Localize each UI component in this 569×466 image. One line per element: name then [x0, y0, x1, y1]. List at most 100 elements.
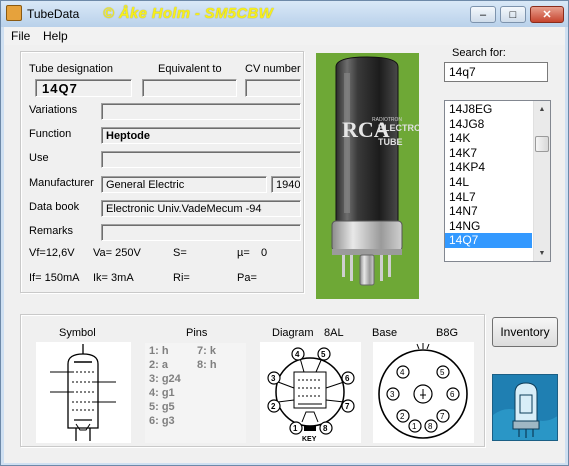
remarks-label: Remarks — [29, 225, 74, 237]
diagram-code: 8AL — [324, 327, 344, 339]
author-credit: © Åke Holm - SM5CBW — [103, 5, 274, 22]
list-item[interactable]: 14L — [445, 175, 532, 190]
list-item-selected[interactable]: 14Q7 — [445, 233, 532, 248]
internal-resistance: Ri= — [173, 272, 190, 284]
equivalent-header: Equivalent to — [158, 63, 222, 75]
menu-file[interactable]: File — [11, 29, 30, 43]
databook-field[interactable]: Electronic Univ.VadeMecum -94 — [101, 200, 301, 217]
list-item[interactable]: 14L7 — [445, 190, 532, 205]
plate-dissipation: Pa= — [237, 272, 257, 284]
list-item[interactable]: 14J8EG — [445, 102, 532, 117]
amplification-factor: µ= — [237, 247, 250, 259]
list-item[interactable]: 14KP4 — [445, 160, 532, 175]
base-pin-label: 5 — [440, 368, 445, 377]
function-field[interactable]: Heptode — [101, 127, 301, 144]
tube-listbox[interactable]: 14J8EG 14JG8 14K 14K7 14KP4 14L 14L7 14N… — [444, 100, 551, 262]
pin-entry: 6: g3 — [149, 415, 175, 427]
manufacturer-field[interactable]: General Electric — [101, 176, 267, 193]
list-scrollbar[interactable]: ▲ ▼ — [533, 101, 550, 261]
list-item[interactable]: 14JG8 — [445, 117, 532, 132]
scroll-down-icon[interactable]: ▼ — [534, 245, 550, 261]
databook-label: Data book — [29, 201, 80, 213]
pin-entry: 8: h — [197, 359, 217, 371]
tubedata-window: TubeData © Åke Holm - SM5CBW – □ ✕ File … — [0, 0, 569, 466]
photo-line3: TUBE — [378, 137, 403, 147]
symbol-label: Symbol — [59, 327, 96, 339]
designation-header: Tube designation — [29, 63, 113, 75]
base-panel: 4 5 3 6 2 7 1 8 — [373, 342, 474, 443]
tube-photo: RCA RADIOTRON ELECTRON TUBE — [316, 53, 419, 299]
anode-voltage: Va= 250V — [93, 247, 141, 259]
diagram-panel: 4 5 3 6 2 7 1 8 KEY — [260, 342, 361, 443]
filament-voltage: Vf=12,6V — [29, 247, 75, 259]
scroll-thumb[interactable] — [535, 136, 549, 152]
tube-details-group: Tube designation Equivalent to CV number… — [20, 51, 304, 293]
list-item[interactable]: 14N7 — [445, 204, 532, 219]
equivalent-field[interactable] — [142, 79, 237, 97]
diagram-pin-label: 7 — [345, 402, 350, 411]
base-pin-label: 4 — [400, 368, 405, 377]
app-logo — [492, 374, 558, 441]
window-title: TubeData — [27, 7, 80, 21]
tube-logo-icon — [493, 375, 557, 440]
list-item[interactable]: 14K — [445, 131, 532, 146]
pins-panel: 1: h 2: a 3: g24 4: g1 5: g5 6: g3 7: k … — [145, 343, 246, 443]
base-pin-label: 1 — [412, 422, 417, 431]
list-item[interactable]: 14K7 — [445, 146, 532, 161]
menu-help[interactable]: Help — [43, 29, 68, 43]
key-label: KEY — [302, 436, 317, 443]
tube-symbol-drawing — [50, 344, 116, 441]
manufacturer-label: Manufacturer — [29, 177, 94, 189]
search-label: Search for: — [452, 47, 506, 59]
diagram-pin-label: 5 — [321, 350, 326, 359]
year-field[interactable]: 1940 — [271, 176, 301, 193]
designation-field[interactable]: 14Q7 — [35, 79, 132, 97]
list-item[interactable]: 14NG — [445, 219, 532, 234]
base-pin-label: 6 — [450, 390, 455, 399]
pin-entry: 4: g1 — [149, 387, 175, 399]
diagram-pin-label: 1 — [293, 424, 298, 433]
base-code: B8G — [436, 327, 459, 339]
use-label: Use — [29, 152, 49, 164]
diagram-pin-label: 8 — [323, 424, 328, 433]
diagram-pin-label: 6 — [345, 374, 350, 383]
pin-entry: 7: k — [197, 345, 216, 357]
amplification-factor-value: 0 — [261, 247, 268, 259]
diagram-pin-label: 4 — [295, 350, 300, 359]
symbol-panel — [36, 342, 131, 443]
close-button[interactable]: ✕ — [530, 6, 564, 23]
pin-entry: 3: g24 — [149, 373, 181, 385]
diagram-label: Diagram — [272, 327, 314, 339]
base-pinout-drawing: 4 5 3 6 2 7 1 8 — [378, 343, 468, 439]
diagram-pin-label: 2 — [271, 402, 276, 411]
base-pin-label: 8 — [428, 422, 433, 431]
diagram-pin-label: 3 — [271, 374, 276, 383]
menu-bar: File Help — [4, 27, 565, 45]
scroll-up-icon[interactable]: ▲ — [534, 101, 550, 117]
search-input[interactable]: 14q7 — [444, 62, 548, 82]
tube-app-icon — [6, 5, 22, 21]
title-bar[interactable]: TubeData © Åke Holm - SM5CBW – □ ✕ — [1, 1, 568, 27]
filament-current: If= 150mA — [29, 272, 80, 284]
pin-entry: 5: g5 — [149, 401, 175, 413]
photo-line2: ELECTRON — [378, 123, 419, 133]
client-area: Tube designation Equivalent to CV number… — [4, 45, 565, 463]
tube-photo-drawing: RCA RADIOTRON ELECTRON TUBE — [331, 56, 419, 286]
cv-header: CV number — [245, 63, 301, 75]
cathode-current: Ik= 3mA — [93, 272, 134, 284]
maximize-button[interactable]: □ — [500, 6, 526, 23]
cv-number-field[interactable] — [245, 79, 301, 97]
base-pin-label: 3 — [390, 390, 395, 399]
pin-entry: 1: h — [149, 345, 169, 357]
variations-field[interactable] — [101, 103, 301, 120]
transconductance: S= — [173, 247, 187, 259]
minimize-button[interactable]: – — [470, 6, 496, 23]
base-pin-label: 2 — [400, 412, 405, 421]
base-diagram-drawing: 4 5 3 6 2 7 1 8 KEY — [267, 347, 355, 443]
function-label: Function — [29, 128, 72, 140]
use-field[interactable] — [101, 151, 301, 168]
remarks-field[interactable] — [101, 224, 301, 241]
inventory-button[interactable]: Inventory — [492, 317, 558, 347]
variations-label: Variations — [29, 104, 78, 116]
pin-entry: 2: a — [149, 359, 168, 371]
